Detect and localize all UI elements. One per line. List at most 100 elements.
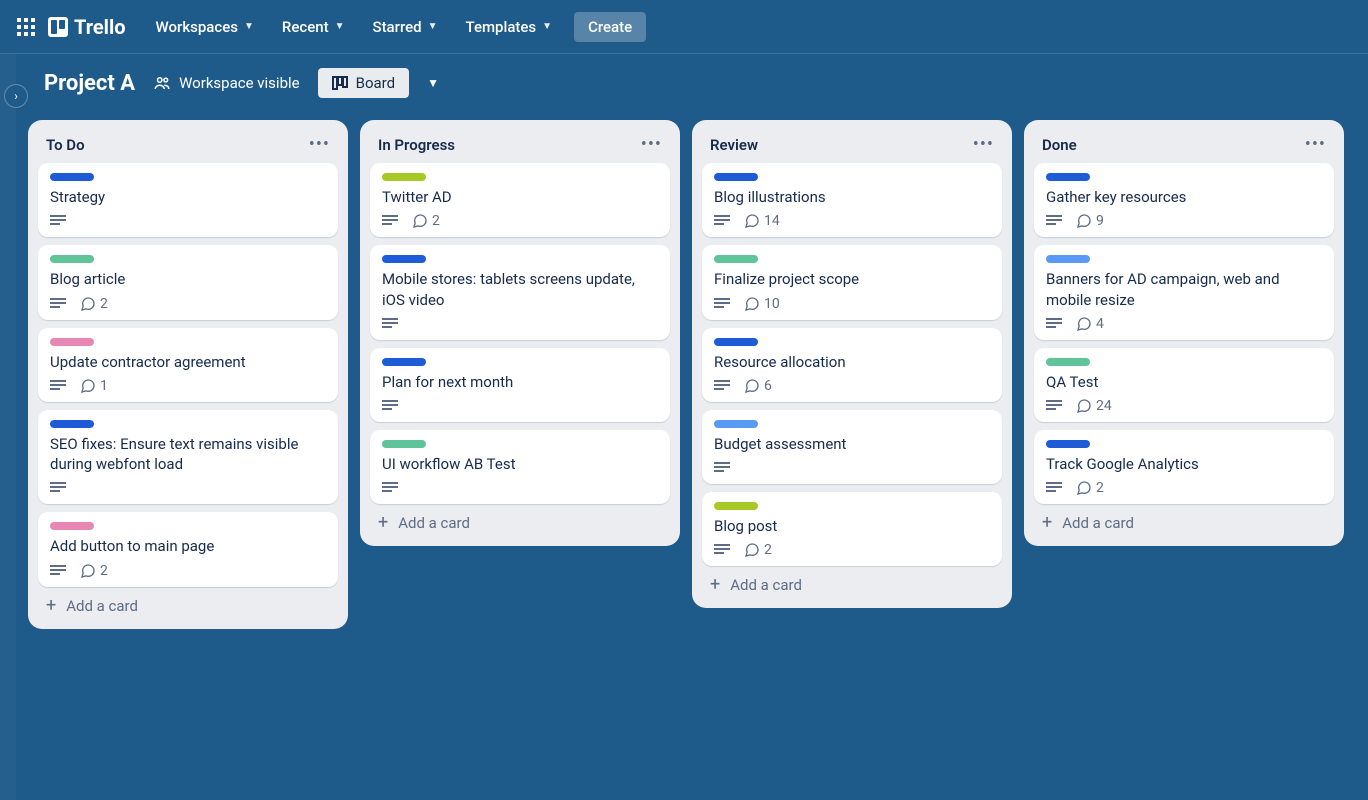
list-menu-button[interactable]: ••• — [973, 134, 994, 155]
label-yellowgreen[interactable] — [714, 502, 758, 510]
plus-icon: + — [378, 514, 388, 532]
label-blue[interactable] — [50, 173, 94, 181]
add-card-label: Add a card — [1062, 514, 1134, 532]
cards-container: Strategy Blog article2 Update contractor a… — [36, 163, 340, 587]
card[interactable]: Blog article2 — [38, 245, 338, 319]
card-badges — [50, 213, 326, 229]
list: Done ••• Gather key resources 9 Banners for … — [1024, 120, 1344, 546]
card-labels — [50, 338, 326, 346]
card[interactable]: Twitter AD2 — [370, 163, 670, 237]
cards-container: Gather key resources 9 Banners for AD camp… — [1032, 163, 1336, 504]
label-blue[interactable] — [50, 420, 94, 428]
label-green[interactable] — [382, 440, 426, 448]
label-lightblue[interactable] — [1046, 255, 1090, 263]
card-title: Gather key resources — [1046, 187, 1322, 207]
add-card-button[interactable]: + Add a card — [368, 504, 672, 536]
card-badges: 4 — [1046, 316, 1322, 332]
description-icon — [714, 542, 730, 558]
add-card-button[interactable]: +Add a card — [700, 566, 1004, 598]
card-labels — [50, 255, 326, 263]
card-badges: 9 — [1046, 213, 1322, 229]
app-switcher-icon[interactable] — [16, 17, 36, 37]
card[interactable]: Resource allocation6 — [702, 328, 1002, 402]
view-dropdown-button[interactable]: ▼ — [427, 76, 439, 90]
add-card-label: Add a card — [66, 597, 138, 615]
card[interactable]: Plan for next month — [370, 348, 670, 422]
description-icon — [50, 213, 66, 229]
card[interactable]: Blog illustrations14 — [702, 163, 1002, 237]
label-blue[interactable] — [1046, 440, 1090, 448]
label-green[interactable] — [714, 255, 758, 263]
label-pink[interactable] — [50, 522, 94, 530]
create-button[interactable]: Create — [574, 12, 646, 42]
card-labels — [714, 338, 990, 346]
expand-sidebar-button[interactable]: › — [4, 84, 28, 108]
board-title[interactable]: Project A — [44, 71, 135, 96]
card[interactable]: Blog post 2 — [702, 492, 1002, 566]
card[interactable]: Update contractor agreement1 — [38, 328, 338, 402]
card-title: QA Test — [1046, 372, 1322, 392]
label-lightblue[interactable] — [714, 420, 758, 428]
card[interactable]: Gather key resources 9 — [1034, 163, 1334, 237]
card[interactable]: Strategy — [38, 163, 338, 237]
label-pink[interactable] — [50, 338, 94, 346]
view-switch-button[interactable]: Board — [318, 68, 409, 98]
add-card-label: Add a card — [398, 514, 470, 532]
visibility-button[interactable]: Workspace visible — [153, 74, 300, 92]
card[interactable]: Mobile stores: tablets screens update, i… — [370, 245, 670, 340]
add-card-button[interactable]: +Add a card — [1032, 504, 1336, 536]
nav-starred[interactable]: Starred ▼ — [362, 12, 447, 42]
label-blue[interactable] — [382, 255, 426, 263]
board-header: Project A Workspace visible Board ▼ — [16, 54, 1368, 112]
comments-badge: 2 — [80, 296, 108, 312]
card-labels — [50, 173, 326, 181]
nav-recent[interactable]: Recent ▼ — [272, 12, 355, 42]
list-menu-button[interactable]: ••• — [641, 134, 662, 155]
list-title[interactable]: To Do — [46, 136, 85, 154]
description-icon — [382, 480, 398, 496]
label-blue[interactable] — [1046, 173, 1090, 181]
nav-workspaces[interactable]: Workspaces ▼ — [146, 12, 264, 42]
logo-text: Trello — [74, 15, 126, 39]
label-blue[interactable] — [714, 173, 758, 181]
list-title[interactable]: Review — [710, 136, 758, 154]
card[interactable]: Banners for AD campaign, web and mobile … — [1034, 245, 1334, 340]
card[interactable]: Add button to main page2 — [38, 512, 338, 586]
list-menu-button[interactable]: ••• — [1305, 134, 1326, 155]
comments-badge: 10 — [744, 296, 780, 312]
description-icon — [50, 378, 66, 394]
card-labels — [50, 522, 326, 530]
label-blue[interactable] — [382, 358, 426, 366]
list-menu-button[interactable]: ••• — [309, 134, 330, 155]
card-badges: 10 — [714, 296, 990, 312]
card-badges: 2 — [714, 542, 990, 558]
card[interactable]: UI workflow AB Test — [370, 430, 670, 504]
card[interactable]: Track Google Analytics2 — [1034, 430, 1334, 504]
label-blue[interactable] — [714, 338, 758, 346]
card-title: UI workflow AB Test — [382, 454, 658, 474]
description-icon — [382, 398, 398, 414]
card-labels — [1046, 440, 1322, 448]
logo[interactable]: Trello — [48, 15, 126, 39]
card[interactable]: QA Test24 — [1034, 348, 1334, 422]
card-title: Banners for AD campaign, web and mobile … — [1046, 269, 1322, 310]
card-labels — [714, 255, 990, 263]
list-title[interactable]: Done — [1042, 136, 1077, 154]
card[interactable]: SEO fixes: Ensure text remains visible d… — [38, 410, 338, 505]
list: In Progress ••• Twitter AD2 Mobile stores: … — [360, 120, 680, 546]
description-icon — [50, 296, 66, 312]
nav-workspaces-label: Workspaces — [156, 18, 238, 36]
card-title: Budget assessment — [714, 434, 990, 454]
label-green[interactable] — [50, 255, 94, 263]
label-yellowgreen[interactable] — [382, 173, 426, 181]
view-switch-label: Board — [356, 74, 395, 92]
comments-badge: 14 — [744, 213, 780, 229]
card[interactable]: Budget assessment — [702, 410, 1002, 484]
nav-templates-label: Templates — [466, 18, 537, 36]
label-green[interactable] — [1046, 358, 1090, 366]
list-title[interactable]: In Progress — [378, 136, 455, 154]
card-title: Blog post — [714, 516, 990, 536]
add-card-button[interactable]: +Add a card — [36, 587, 340, 619]
nav-templates[interactable]: Templates ▼ — [456, 12, 563, 42]
card[interactable]: Finalize project scope10 — [702, 245, 1002, 319]
